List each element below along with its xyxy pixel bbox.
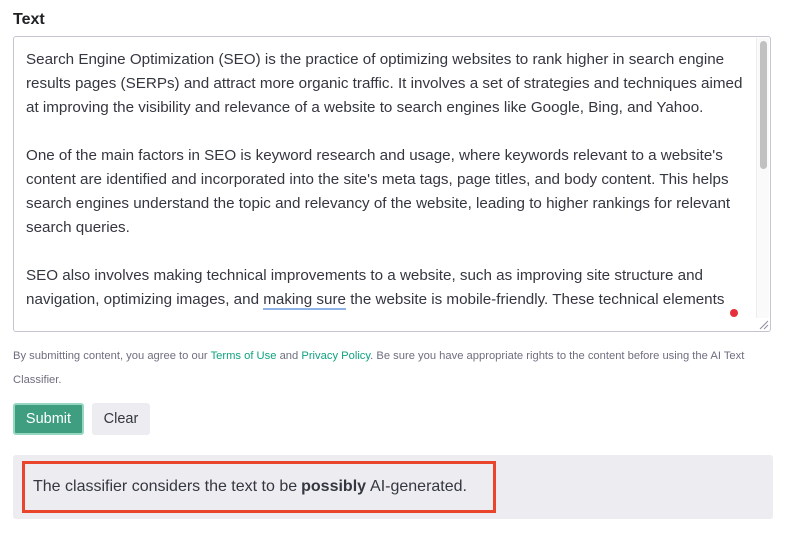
classification-result: The classifier considers the text to be … bbox=[22, 461, 496, 513]
text-input-content[interactable]: Search Engine Optimization (SEO) is the … bbox=[26, 48, 750, 331]
text-paragraph-1: Search Engine Optimization (SEO) is the … bbox=[26, 51, 743, 116]
disclaimer-and: and bbox=[276, 350, 302, 362]
resize-handle-icon[interactable] bbox=[758, 319, 769, 330]
result-prefix: The classifier considers the text to be bbox=[33, 478, 298, 495]
text-paragraph-3: SEO also involves making technical impro… bbox=[26, 264, 750, 312]
text-input-area[interactable]: Search Engine Optimization (SEO) is the … bbox=[13, 36, 771, 332]
grammar-indicator-dot[interactable] bbox=[730, 309, 738, 317]
result-suffix: AI-generated. bbox=[370, 478, 467, 495]
result-emphasis: possibly bbox=[301, 478, 367, 495]
spellcheck-underline: making sure bbox=[263, 291, 346, 310]
classifier-form: Text Search Engine Optimization (SEO) is… bbox=[0, 0, 795, 537]
privacy-policy-link[interactable]: Privacy Policy bbox=[301, 350, 370, 362]
submit-button[interactable]: Submit bbox=[13, 403, 84, 435]
textarea-scrollbar-thumb[interactable] bbox=[760, 41, 767, 169]
terms-disclaimer: By submitting content, you agree to our … bbox=[13, 344, 773, 392]
text-paragraph-2: One of the main factors in SEO is keywor… bbox=[26, 147, 731, 236]
text-paragraph-3-end: the website is mobile-friendly. These te… bbox=[345, 291, 725, 308]
disclaimer-prefix: By submitting content, you agree to our bbox=[13, 350, 211, 362]
text-field-label: Text bbox=[13, 11, 45, 28]
textarea-scrollbar[interactable] bbox=[756, 38, 769, 318]
clear-button[interactable]: Clear bbox=[92, 403, 150, 435]
terms-of-use-link[interactable]: Terms of Use bbox=[211, 350, 277, 362]
